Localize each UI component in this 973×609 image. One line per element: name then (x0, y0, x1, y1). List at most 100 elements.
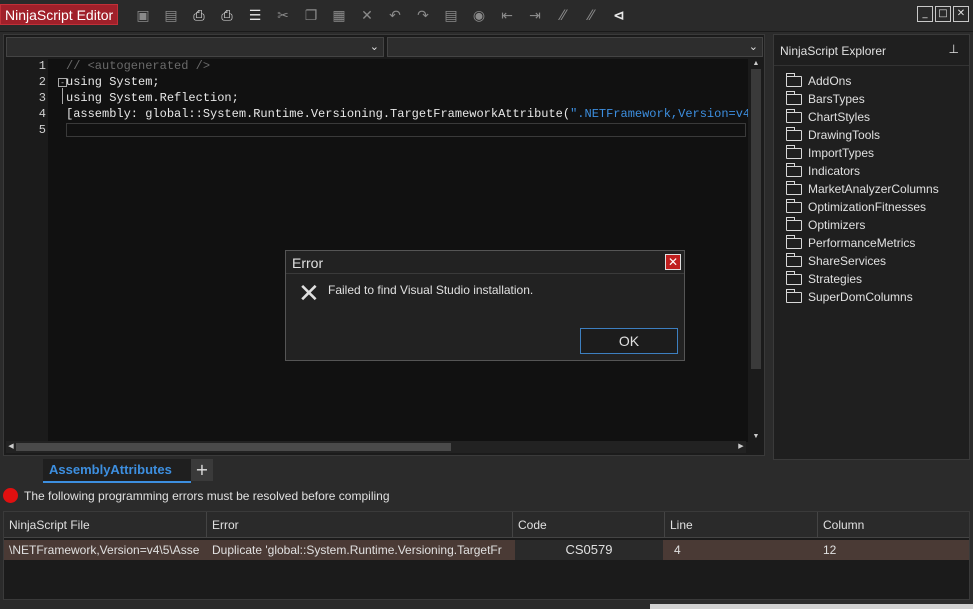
indent-icon[interactable]: ⇥ (524, 5, 546, 27)
table-row[interactable]: \NETFramework,Version=v4\5\Asse Duplicat… (4, 540, 969, 560)
save-all-icon[interactable]: ▤ (160, 5, 182, 27)
column-header-code[interactable]: Code (513, 512, 665, 538)
folder-icon (786, 252, 802, 267)
scroll-thumb[interactable] (751, 69, 761, 369)
cell-line: 4 (674, 543, 681, 557)
folder-item[interactable]: BarsTypes (786, 90, 939, 108)
cell-code: CS0579 (515, 540, 663, 560)
folder-item[interactable]: MarketAnalyzerColumns (786, 180, 939, 198)
folder-icon (786, 90, 802, 105)
type-dropdown[interactable]: ⌄ (6, 37, 384, 57)
scroll-up-icon[interactable]: ▲ (750, 59, 762, 69)
folder-label: ImportTypes (808, 146, 875, 160)
error-table: NinjaScript File Error Code Line Column … (3, 511, 970, 600)
chevron-down-icon: ⌄ (748, 40, 758, 53)
horizontal-scrollbar[interactable]: ◀ ▶ (6, 441, 746, 453)
folder-icon (786, 72, 802, 87)
scroll-left-icon[interactable]: ◀ (6, 441, 16, 453)
line-number-gutter: 1 2 3 4 5 (4, 59, 48, 442)
folder-list: AddOns BarsTypes ChartStyles DrawingTool… (786, 72, 939, 306)
folder-label: Strategies (808, 272, 863, 286)
ok-button[interactable]: OK (580, 328, 678, 354)
file-tabs: AssemblyAttributes + (0, 459, 770, 483)
folder-item[interactable]: ChartStyles (786, 108, 939, 126)
line-number: 5 (38, 123, 46, 137)
print-icon[interactable]: ⎙ (188, 5, 210, 27)
explorer-title: NinjaScript Explorer (780, 44, 887, 58)
member-dropdown[interactable]: ⌄ (387, 37, 763, 57)
folder-icon (786, 216, 802, 231)
delete-icon[interactable]: ✕ (356, 5, 378, 27)
folder-icon (786, 288, 802, 303)
folder-label: AddOns (808, 74, 852, 88)
folder-label: MarketAnalyzerColumns (808, 182, 939, 196)
folder-item[interactable]: SuperDomColumns (786, 288, 939, 306)
dialog-message: Failed to find Visual Studio installatio… (328, 283, 534, 297)
folder-item[interactable]: AddOns (786, 72, 939, 90)
error-dialog: Error ✕ ✕ Failed to find Visual Studio i… (285, 250, 685, 361)
uncomment-icon[interactable]: ⁄⁄ (580, 5, 602, 27)
folder-label: DrawingTools (808, 128, 881, 142)
folder-item[interactable]: Optimizers (786, 216, 939, 234)
folder-icon (786, 144, 802, 159)
save-icon[interactable]: ▣ (132, 5, 154, 27)
ninjascript-explorer: NinjaScript Explorer ⊥ AddOns BarsTypes … (773, 34, 970, 460)
compile-icon[interactable]: ▤ (440, 5, 462, 27)
folder-label: Indicators (808, 164, 861, 178)
folder-item[interactable]: DrawingTools (786, 126, 939, 144)
column-header-line[interactable]: Line (665, 512, 818, 538)
comment-icon[interactable]: ⁄⁄ (552, 5, 574, 27)
column-header-file[interactable]: NinjaScript File (4, 512, 207, 538)
code-text: [assembly: global::System.Runtime.Versio… (66, 107, 571, 121)
code-line-1: // <autogenerated /> (66, 59, 211, 73)
app-title: NinjaScript Editor (0, 4, 119, 25)
folder-item[interactable]: ShareServices (786, 252, 939, 270)
maximize-icon[interactable]: □ (935, 6, 951, 22)
column-header-column[interactable]: Column (818, 512, 969, 538)
print-preview-icon[interactable]: ⎙ (216, 5, 238, 27)
cut-icon[interactable]: ✂ (272, 5, 294, 27)
close-icon[interactable]: ✕ (953, 6, 969, 22)
folder-label: OptimizationFitnesses (808, 200, 927, 214)
breakpoint-icon[interactable]: ◉ (468, 5, 490, 27)
paste-icon[interactable]: ▦ (328, 5, 350, 27)
add-tab-button[interactable]: + (191, 459, 213, 481)
folder-icon (786, 180, 802, 195)
code-line-4: [assembly: global::System.Runtime.Versio… (66, 107, 748, 121)
folder-icon (786, 108, 802, 123)
copy-icon[interactable]: ❐ (300, 5, 322, 27)
cell-error: Duplicate 'global::System.Runtime.Versio… (212, 543, 502, 557)
minimize-icon[interactable]: _ (917, 6, 933, 22)
folder-label: ChartStyles (808, 110, 871, 124)
line-number: 1 (38, 59, 46, 73)
folder-item[interactable]: OptimizationFitnesses (786, 198, 939, 216)
undo-icon[interactable]: ↶ (384, 5, 406, 27)
folder-icon (786, 234, 802, 249)
folder-item[interactable]: ImportTypes (786, 144, 939, 162)
folder-label: Optimizers (808, 218, 866, 232)
folder-label: SuperDomColumns (808, 290, 913, 304)
scroll-thumb[interactable] (16, 443, 451, 451)
divider (286, 273, 684, 274)
vertical-scrollbar[interactable]: ▲ ▼ (750, 59, 762, 442)
folder-icon (786, 162, 802, 177)
folder-item[interactable]: Strategies (786, 270, 939, 288)
code-editor: ⌄ ⌄ 1 2 3 4 5 - // <autogenerated /> usi… (3, 34, 765, 456)
outdent-icon[interactable]: ⇤ (496, 5, 518, 27)
line-number: 4 (38, 107, 46, 121)
column-header-error[interactable]: Error (207, 512, 513, 538)
folder-label: BarsTypes (808, 92, 865, 106)
outline-icon[interactable]: ☰ (244, 5, 266, 27)
current-line-highlight (66, 123, 746, 137)
code-line-2: using System; (66, 75, 160, 89)
tab-assembly-attributes[interactable]: AssemblyAttributes (43, 459, 191, 483)
folder-item[interactable]: Indicators (786, 162, 939, 180)
code-line-3: using System.Reflection; (66, 91, 239, 105)
visual-studio-icon[interactable]: ⊲ (608, 5, 630, 27)
redo-icon[interactable]: ↷ (412, 5, 434, 27)
dialog-close-button[interactable]: ✕ (665, 254, 681, 270)
scroll-down-icon[interactable]: ▼ (750, 432, 762, 442)
folder-item[interactable]: PerformanceMetrics (786, 234, 939, 252)
pin-icon[interactable]: ⊥ (949, 42, 959, 56)
scroll-right-icon[interactable]: ▶ (736, 441, 746, 453)
